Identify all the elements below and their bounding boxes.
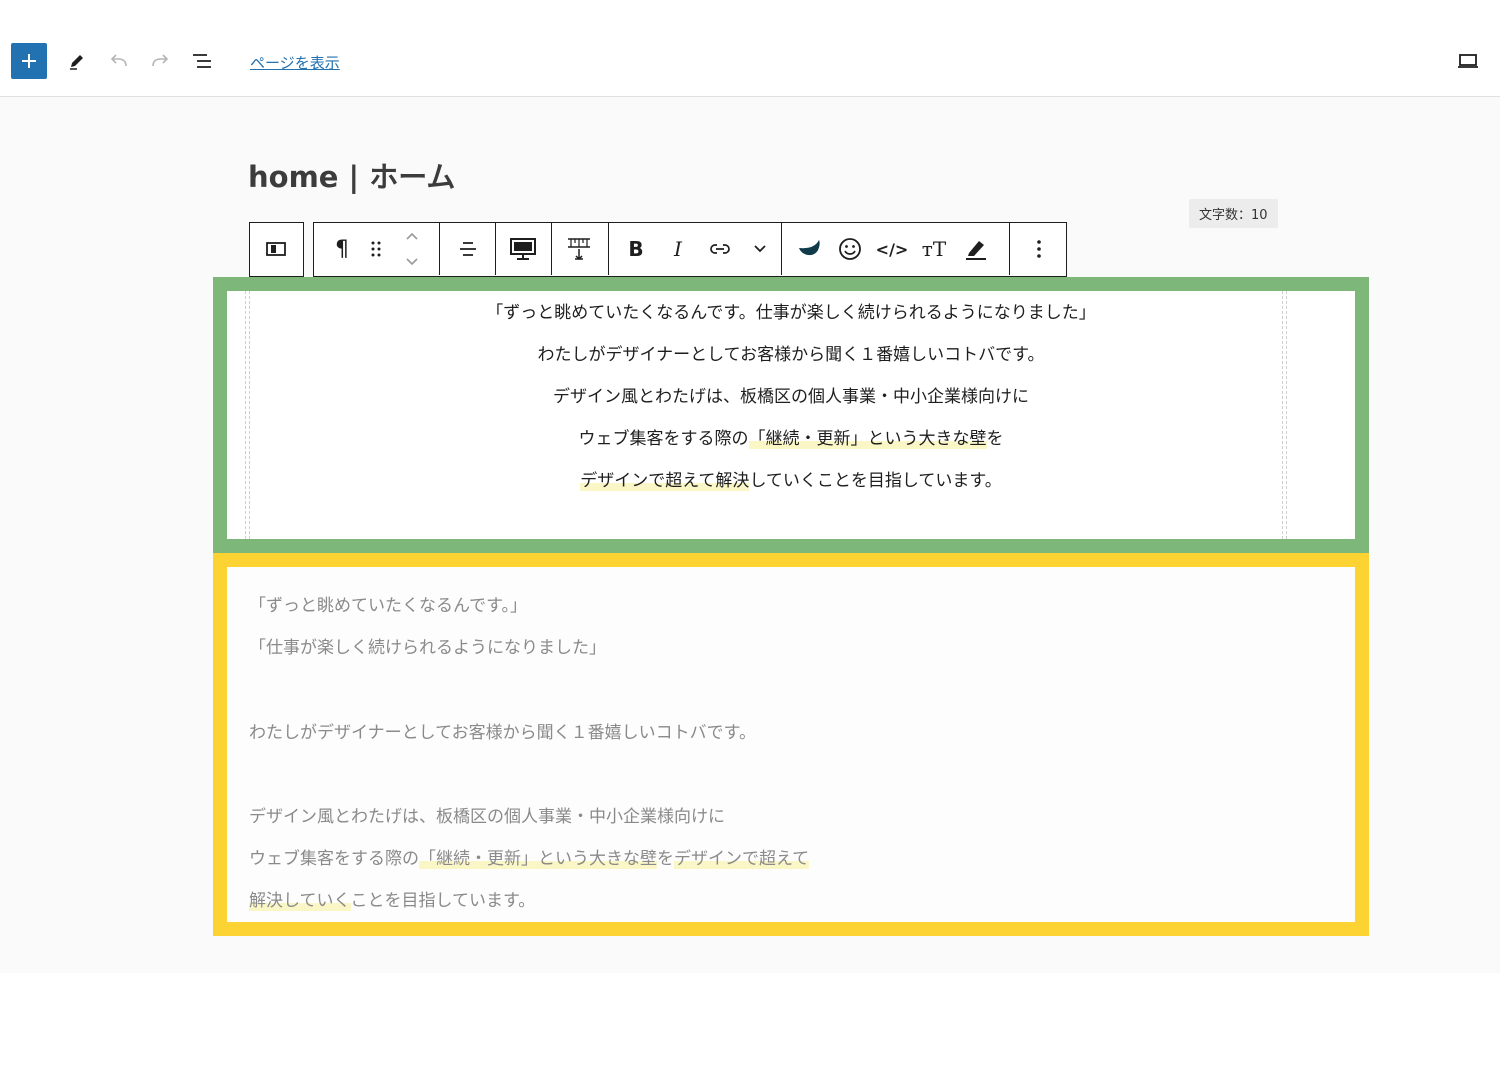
emoji-button[interactable] bbox=[832, 223, 868, 275]
block-type-button[interactable] bbox=[250, 223, 302, 275]
plus-icon bbox=[22, 54, 36, 68]
list-view-icon bbox=[193, 54, 211, 68]
guide-line bbox=[1286, 291, 1287, 539]
visibility-button[interactable] bbox=[504, 223, 542, 275]
font-size-button[interactable]: тT bbox=[916, 223, 952, 275]
paragraph-button[interactable]: ¶ bbox=[324, 223, 360, 275]
undo-icon bbox=[110, 54, 127, 67]
original-block-line: 「仕事が楽しく続けられるようになりました」 bbox=[249, 638, 606, 658]
drag-handle[interactable] bbox=[362, 223, 390, 275]
toolbar-separator bbox=[781, 223, 782, 275]
original-block-line: わたしがデザイナーとしてお客様から聞く１番嬉しいコトバです。 bbox=[249, 723, 756, 743]
selected-block-line: デザインで超えて解決していくことを目指しています。 bbox=[227, 466, 1355, 491]
align-button[interactable] bbox=[450, 223, 486, 275]
highlighted-text: 「継続・更新」という大きな壁 bbox=[748, 429, 987, 449]
block-inserter-button[interactable] bbox=[11, 43, 47, 79]
original-paragraph-block[interactable]: 「ずっと眺めていたくなるんです。」 「仕事が楽しく続けられるようになりました」 … bbox=[227, 567, 1355, 922]
redo-button[interactable] bbox=[142, 43, 178, 79]
link-button[interactable] bbox=[702, 223, 738, 275]
original-block-line: ウェブ集客をする際の「継続・更新」という大きな壁をデザインで超えて bbox=[249, 844, 810, 869]
highlighted-text: デザインで超えて解決 bbox=[580, 471, 750, 491]
italic-button[interactable]: I bbox=[660, 223, 696, 275]
guide-line bbox=[1282, 291, 1283, 539]
editor-canvas: home | ホーム 文字数：10 ¶ B I </> тT 「ずっと眺めていた… bbox=[0, 97, 1500, 973]
toolbar-separator bbox=[608, 223, 609, 275]
view-page-link[interactable]: ページを表示 bbox=[250, 52, 340, 73]
highlighter-button[interactable] bbox=[958, 223, 994, 275]
spacing-button[interactable] bbox=[560, 223, 598, 275]
options-icon bbox=[1037, 240, 1041, 258]
text-span: を bbox=[657, 849, 674, 869]
move-down-button[interactable] bbox=[398, 249, 426, 275]
code-button[interactable]: </> bbox=[874, 223, 910, 275]
toolbar-separator bbox=[495, 223, 496, 275]
spacing-icon bbox=[568, 238, 590, 261]
editor-top-bar: ページを表示 bbox=[0, 0, 1500, 97]
highlighted-text: 「継続・更新」という大きな壁 bbox=[419, 849, 657, 869]
toolbar-separator bbox=[551, 223, 552, 275]
selected-block-line: 「ずっと眺めていたくなるんです。仕事が楽しく続けられるようになりました」 bbox=[486, 303, 1096, 323]
selected-block-frame: 「ずっと眺めていたくなるんです。仕事が楽しく続けられるようになりました」 わたし… bbox=[213, 277, 1369, 553]
original-block-line: デザイン風とわたげは、板橋区の個人事業・中小企業様向けに bbox=[249, 807, 725, 827]
tools-button[interactable] bbox=[59, 43, 95, 79]
move-up-button[interactable] bbox=[398, 223, 426, 249]
preview-button[interactable] bbox=[1450, 43, 1486, 79]
text-span: していくことを目指しています。 bbox=[749, 471, 1002, 491]
text-span: ことを目指しています。 bbox=[350, 891, 536, 911]
align-center-icon bbox=[460, 242, 476, 256]
block-options-button[interactable] bbox=[1019, 223, 1059, 275]
toolbar-separator bbox=[439, 223, 440, 275]
highlighted-text: 解決していく bbox=[249, 891, 351, 911]
more-formats-icon bbox=[754, 245, 766, 253]
text-span: ウェブ集客をする際の bbox=[249, 849, 419, 869]
bold-icon: B bbox=[628, 237, 644, 261]
laptop-icon bbox=[1458, 54, 1478, 68]
original-block-line: 解決していくことを目指しています。 bbox=[249, 886, 535, 911]
font-size-icon: тT bbox=[921, 237, 947, 261]
link-icon bbox=[710, 244, 730, 254]
selected-block-line: わたしがデザイナーとしてお客様から聞く１番嬉しいコトバです。 bbox=[537, 345, 1045, 365]
redo-icon bbox=[152, 54, 169, 67]
selected-paragraph-block[interactable]: 「ずっと眺めていたくなるんです。仕事が楽しく続けられるようになりました」 わたし… bbox=[227, 291, 1355, 539]
desktop-visibility-icon bbox=[510, 238, 536, 260]
move-down-icon bbox=[406, 258, 418, 266]
ink-drop-icon bbox=[799, 240, 820, 256]
color-button[interactable] bbox=[790, 223, 828, 275]
toolbar-separator bbox=[1009, 223, 1010, 275]
selected-block-line: ウェブ集客をする際の「継続・更新」という大きな壁を bbox=[227, 424, 1355, 449]
pencil-icon bbox=[70, 55, 83, 70]
paragraph-icon: ¶ bbox=[335, 236, 349, 262]
word-count-badge: 文字数：10 bbox=[1189, 199, 1278, 228]
text-span: を bbox=[986, 429, 1004, 449]
guide-line bbox=[249, 291, 250, 539]
undo-button[interactable] bbox=[101, 43, 137, 79]
code-icon: </> bbox=[875, 239, 909, 259]
block-type-icon bbox=[266, 242, 286, 256]
list-view-button[interactable] bbox=[184, 43, 220, 79]
block-toolbar: ¶ B I </> тT bbox=[313, 222, 1067, 277]
move-up-icon bbox=[406, 232, 418, 240]
bold-button[interactable]: B bbox=[618, 223, 654, 275]
original-block-frame: 「ずっと眺めていたくなるんです。」 「仕事が楽しく続けられるようになりました」 … bbox=[213, 553, 1369, 936]
guide-line bbox=[245, 291, 246, 539]
italic-icon: I bbox=[674, 237, 682, 261]
block-switcher-group bbox=[249, 222, 304, 277]
original-block-line: 「ずっと眺めていたくなるんです。」 bbox=[249, 596, 527, 616]
highlighted-text: デザインで超えて bbox=[674, 849, 810, 869]
more-formats-button[interactable] bbox=[744, 223, 776, 275]
highlighter-icon bbox=[966, 241, 986, 260]
emoji-icon bbox=[839, 238, 861, 260]
page-title[interactable]: home | ホーム bbox=[248, 154, 455, 196]
drag-handle-icon bbox=[371, 241, 381, 257]
selected-block-line: デザイン風とわたげは、板橋区の個人事業・中小企業様向けに bbox=[553, 387, 1029, 407]
text-span: ウェブ集客をする際の bbox=[578, 429, 749, 449]
